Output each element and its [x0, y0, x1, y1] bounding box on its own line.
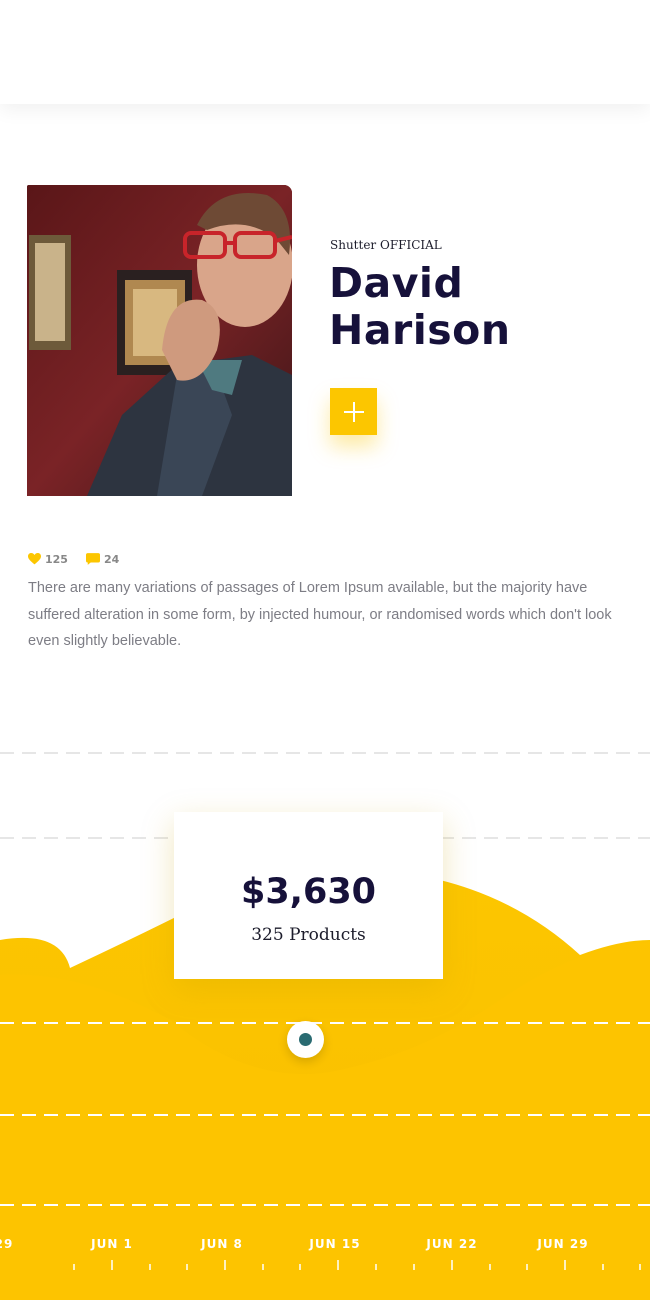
- x-axis-label: JUN 1: [91, 1237, 133, 1251]
- comments-count: 24: [103, 552, 120, 566]
- heart-icon: [28, 553, 41, 565]
- post-stats: 125 24: [28, 551, 119, 567]
- comment-icon: [85, 553, 100, 565]
- marker-dot: [299, 1033, 312, 1046]
- profile-subtitle: Shutter OFFICIAL: [330, 238, 442, 252]
- x-axis-label: 29: [0, 1237, 14, 1251]
- top-navbar: [0, 0, 650, 104]
- x-axis-label: JUN 29: [537, 1237, 589, 1251]
- profile-photo: [27, 185, 292, 496]
- add-button[interactable]: [330, 388, 377, 435]
- first-name: David: [329, 259, 464, 307]
- chart-point-marker[interactable]: [287, 1021, 324, 1058]
- likes-count: 125: [45, 552, 68, 566]
- tooltip-products: 325 Products: [251, 925, 366, 945]
- area-chart: [0, 752, 650, 1300]
- plus-icon: [343, 401, 364, 422]
- chart-tooltip: $3,630 325 Products: [174, 812, 443, 979]
- tooltip-amount: $3,630: [240, 872, 377, 912]
- comments-stat[interactable]: 24: [85, 552, 120, 566]
- x-axis-label: JUN 8: [201, 1237, 243, 1251]
- x-axis-label: JUN 22: [426, 1237, 478, 1251]
- last-name: Harison: [329, 306, 511, 354]
- profile-description: There are many variations of passages of…: [28, 580, 612, 649]
- likes-stat[interactable]: 125: [28, 553, 68, 566]
- profile-name: David Harison: [329, 260, 629, 354]
- x-axis-label: JUN 15: [309, 1237, 361, 1251]
